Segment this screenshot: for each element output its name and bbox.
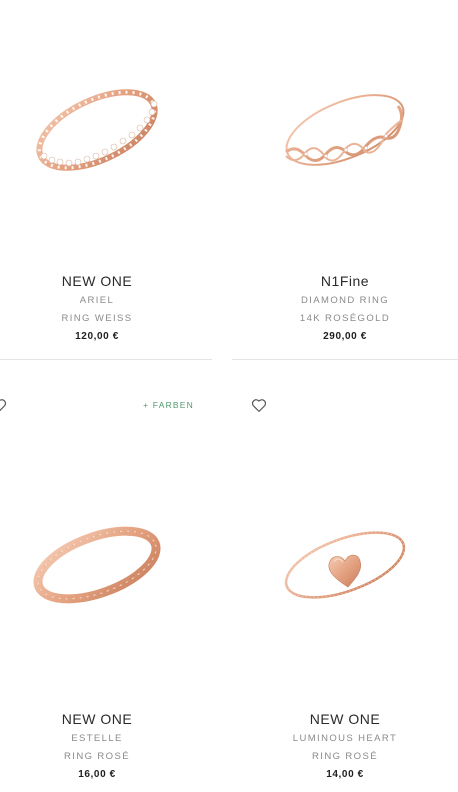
product-name: DIAMOND RING [300,295,390,306]
twisted-diamond-ring-image [285,94,405,166]
heart-ring-image [284,531,406,599]
product-price: 120,00 € [75,331,119,342]
product-info[interactable]: NEW ONE ARIEL RING WEISS 120,00 € [0,272,212,346]
product-card[interactable]: NEW ONE ARIEL RING WEISS 120,00 € [0,0,212,360]
product-card[interactable]: N1Fine DIAMOND RING 14K ROSÉGOLD 290,00 … [232,0,458,360]
product-info[interactable]: NEW ONE LUMINOUS HEART RING ROSÉ 14,00 € [232,710,458,784]
product-brand: NEW ONE [61,711,133,727]
product-image[interactable] [0,30,212,230]
eternity-ring-image [36,89,158,171]
product-price: 14,00 € [326,769,364,780]
product-card[interactable]: + FARBEN NEW ONE ESTELLE RING ROSÉ 16,00 [0,380,212,792]
product-variant: RING ROSÉ [312,751,378,762]
product-card[interactable]: NEW ONE LUMINOUS HEART RING ROSÉ 14,00 € [232,380,458,792]
product-image[interactable] [232,30,458,230]
product-info[interactable]: N1Fine DIAMOND RING 14K ROSÉGOLD 290,00 … [232,272,458,346]
product-image[interactable] [0,450,212,680]
product-grid: NEW ONE ARIEL RING WEISS 120,00 € N1Fine… [0,0,458,792]
product-brand: NEW ONE [61,273,133,289]
product-variant: RING WEISS [61,313,133,324]
card-divider [0,359,212,360]
product-price: 290,00 € [323,331,367,342]
product-variant: 14K ROSÉGOLD [299,313,391,324]
product-brand: N1Fine [320,273,370,289]
product-info[interactable]: NEW ONE ESTELLE RING ROSÉ 16,00 € [0,710,212,784]
more-colors-badge[interactable]: + FARBEN [143,400,194,410]
product-variant: RING ROSÉ [64,751,130,762]
product-name: ESTELLE [71,733,123,744]
product-price: 16,00 € [78,769,116,780]
engraved-band-ring-image [33,526,161,604]
product-name: LUMINOUS HEART [292,733,398,744]
product-brand: NEW ONE [309,711,381,727]
heart-outline-icon[interactable] [250,396,268,414]
heart-outline-icon[interactable] [0,396,8,414]
product-name: ARIEL [79,295,115,306]
card-divider [232,359,458,360]
product-image[interactable] [232,450,458,680]
